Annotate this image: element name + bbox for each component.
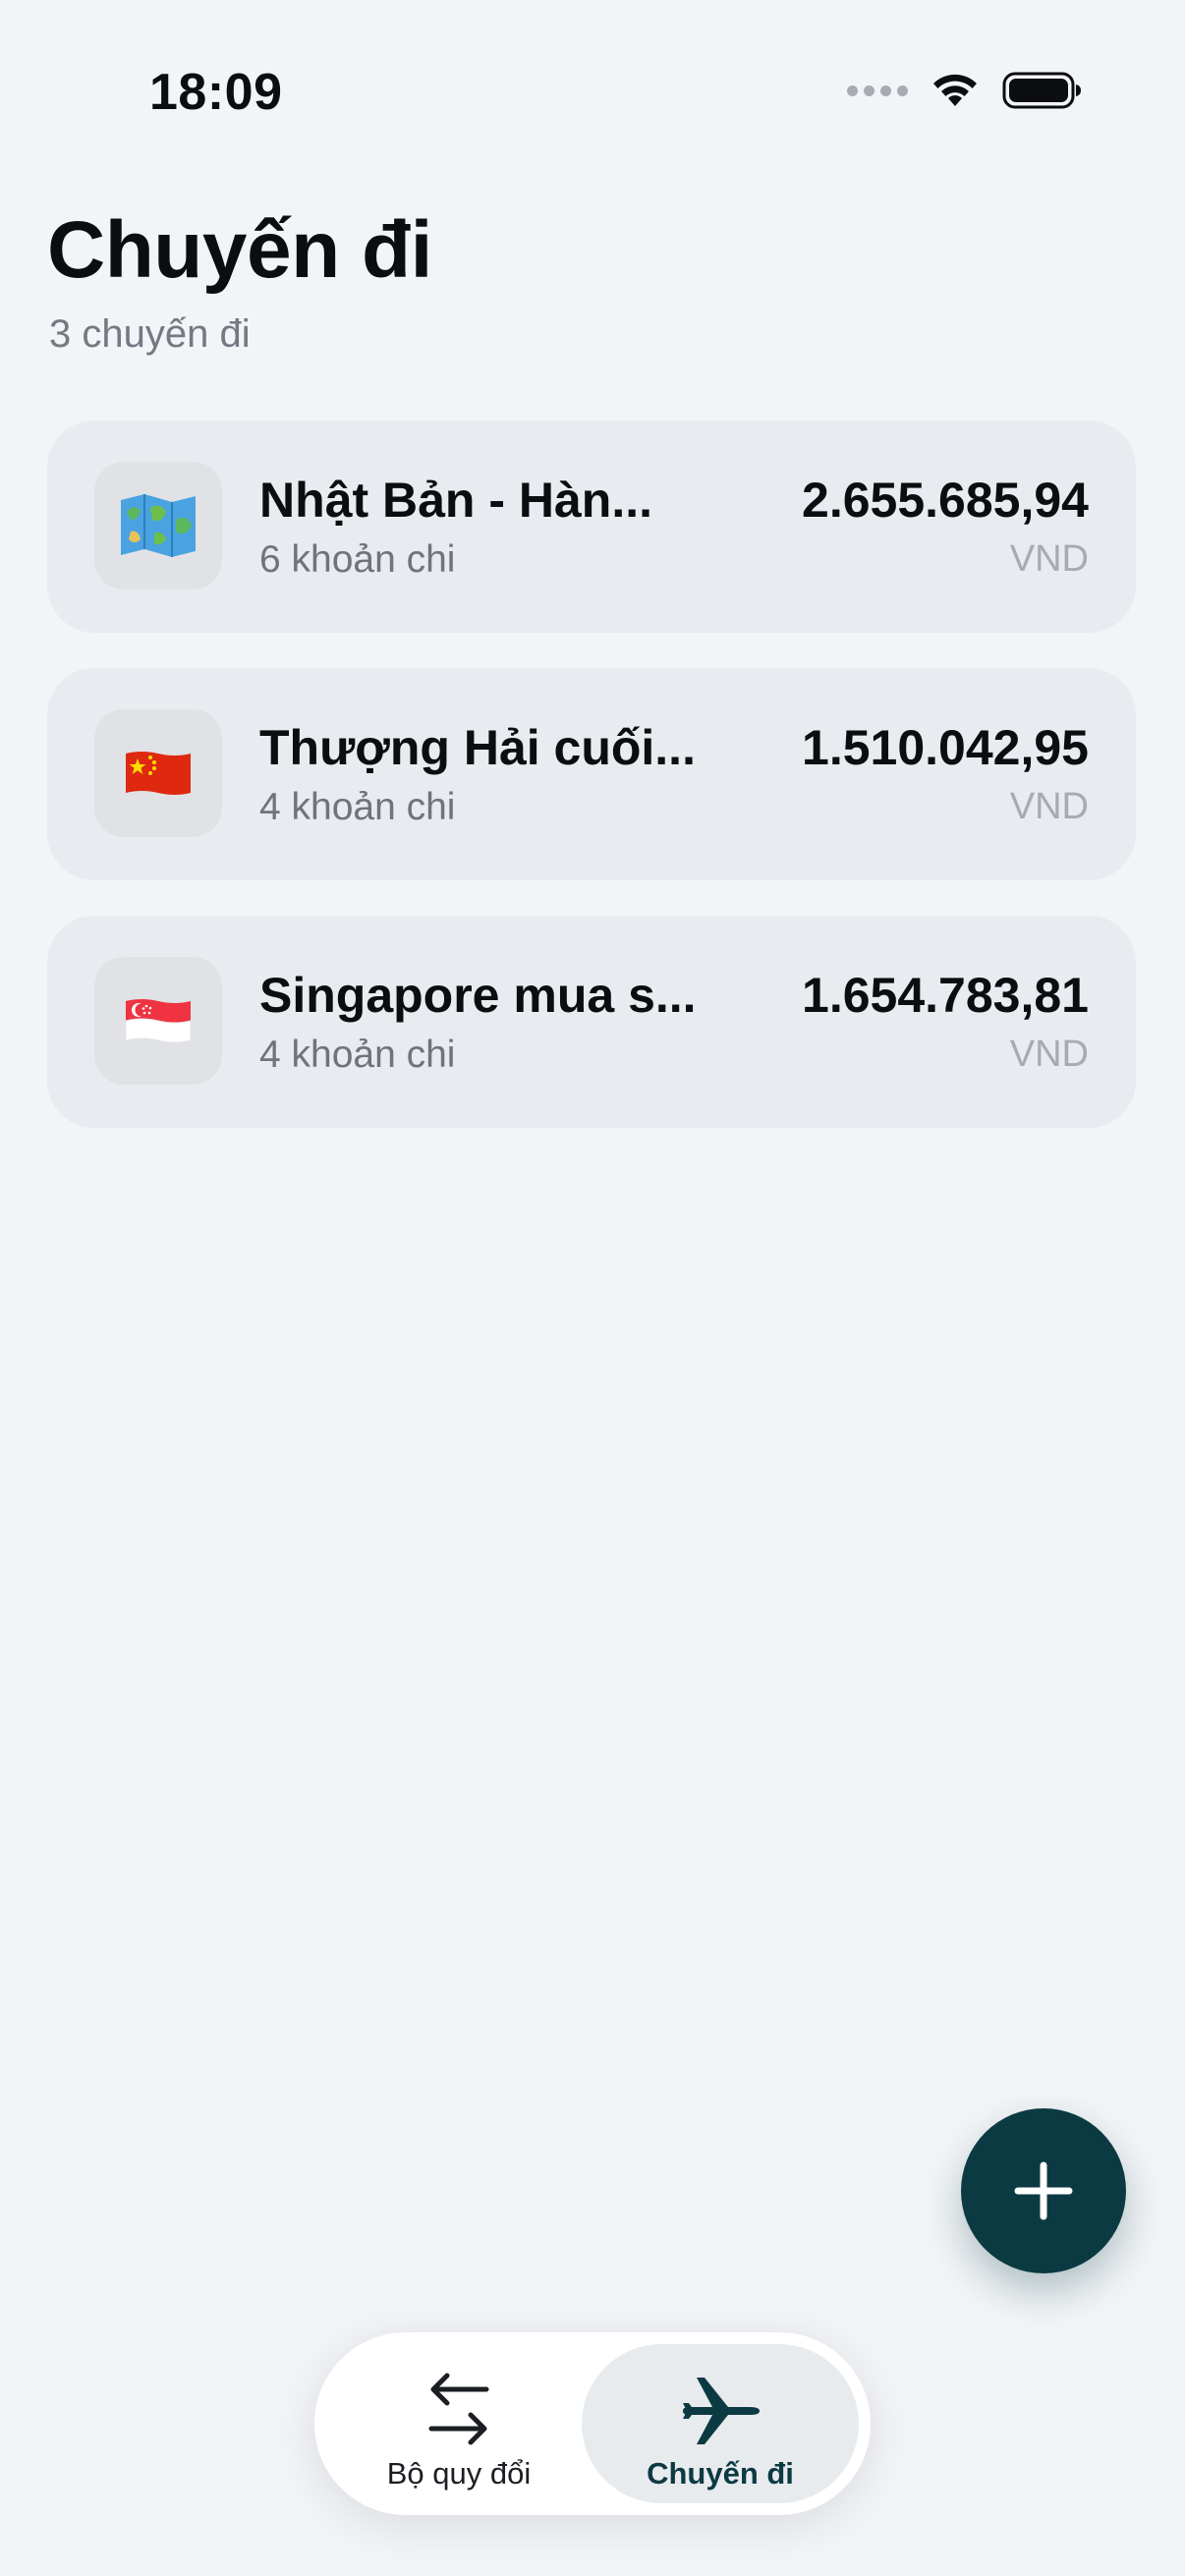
wifi-icon [930,71,981,110]
singapore-flag-icon [94,957,222,1085]
status-bar: 18:09 [0,0,1185,147]
china-flag-icon [94,709,222,837]
add-trip-button[interactable] [961,2108,1126,2273]
trip-card[interactable]: Singapore mua s... 4 khoản chi 1.654.783… [47,916,1136,1128]
trip-list: Nhật Bản - Hàn... 6 khoản chi 2.655.685,… [47,420,1136,1163]
tab-trips-label: Chuyến đi [647,2456,794,2491]
trip-currency: VND [1009,1034,1089,1075]
bottom-tab-bar: Bộ quy đổi Chuyến đi [314,2332,871,2515]
trip-name: Thượng Hải cuối... [259,720,696,775]
trip-name: Nhật Bản - Hàn... [259,473,653,528]
swap-arrows-icon [428,2373,489,2445]
trip-expense-count: 6 khoản chi [259,538,456,581]
page-title: Chuyến đi [47,205,432,295]
tab-trips[interactable]: Chuyến đi [582,2344,859,2503]
trip-card[interactable]: Nhật Bản - Hàn... 6 khoản chi 2.655.685,… [47,420,1136,633]
trip-expense-count: 4 khoản chi [259,786,456,828]
trip-expense-count: 4 khoản chi [259,1034,456,1076]
trip-currency: VND [1009,786,1089,827]
plus-icon [1014,2161,1073,2220]
trip-total-amount: 2.655.685,94 [802,473,1089,528]
battery-icon [1002,71,1083,110]
trips-screen: 18:09 Chuyến đi 3 chuyến đi Nhật Bản - H… [0,0,1185,2576]
trip-count-subtitle: 3 chuyến đi [49,312,251,356]
trip-total-amount: 1.654.783,81 [802,968,1089,1023]
tab-converter[interactable]: Bộ quy đổi [326,2344,592,2503]
trip-total-amount: 1.510.042,95 [802,720,1089,775]
airplane-icon [683,2378,760,2444]
status-time: 18:09 [149,64,283,121]
tab-converter-label: Bộ quy đổi [386,2456,532,2491]
trip-currency: VND [1009,538,1089,580]
trip-card[interactable]: Thượng Hải cuối... 4 khoản chi 1.510.042… [47,668,1136,880]
cellular-signal-icon [847,84,908,96]
status-indicators [847,71,1083,110]
trip-name: Singapore mua s... [259,968,697,1023]
world-map-icon [94,462,222,589]
